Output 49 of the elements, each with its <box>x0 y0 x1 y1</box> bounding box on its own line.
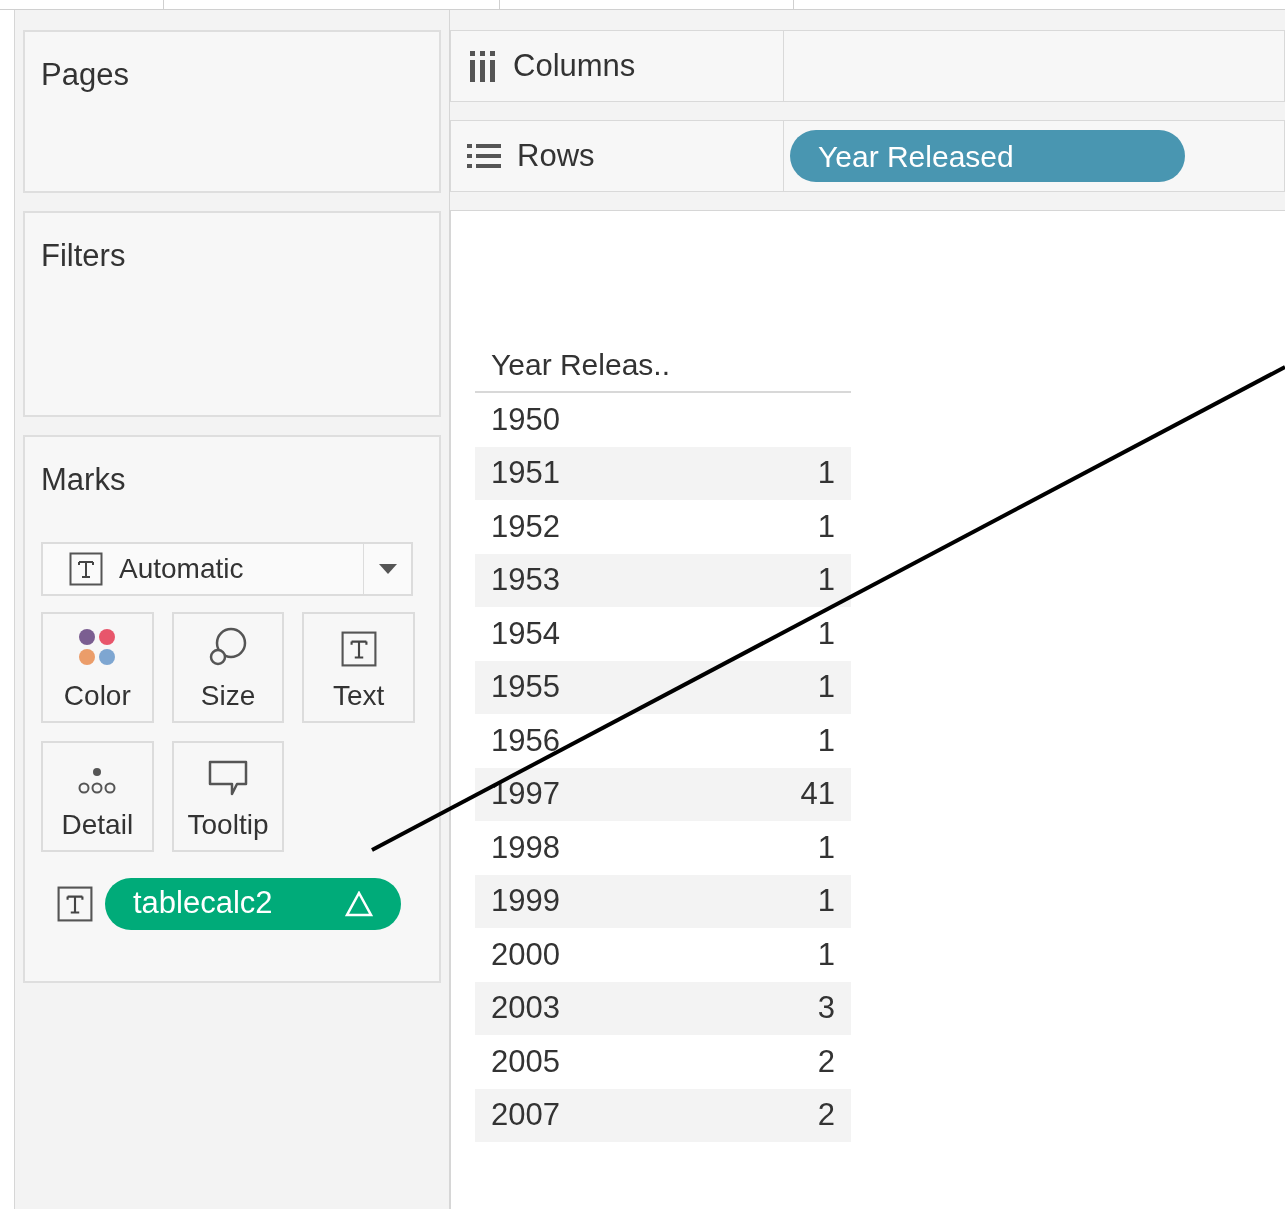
table-cell-text: 1955 <box>491 668 560 706</box>
table-cell-text: 1 <box>817 561 835 599</box>
table-cell-text: 1954 <box>491 614 560 653</box>
marks-card-button[interactable]: Color <box>41 611 154 723</box>
card-title: Filters <box>41 237 127 275</box>
rows-icon <box>467 143 501 169</box>
table-cell-text: 1 <box>817 721 835 760</box>
marks-card-button[interactable]: Detail <box>41 740 154 852</box>
card-title: Pages <box>41 56 130 94</box>
table-cell-text: 2 <box>817 1042 835 1081</box>
speech-bubble-icon <box>208 759 248 796</box>
table-cell-text: 1 <box>817 454 835 492</box>
marks-card-button[interactable]: Size <box>171 611 285 723</box>
text-icon <box>57 885 93 922</box>
table-cell-text: 1999 <box>491 882 560 920</box>
table-cell-text: 1 <box>817 668 835 706</box>
mark-type-dropdown[interactable]: Automatic <box>41 541 413 596</box>
dropdown-value: Automatic <box>119 551 244 586</box>
text-icon <box>69 551 103 586</box>
table-cell-text: 41 <box>800 775 835 813</box>
table-cell-text: 1 <box>817 507 835 546</box>
table-cell-text: 1998 <box>491 828 560 867</box>
table-cell-text: 1950 <box>491 400 560 439</box>
table-cell-text: 1 <box>817 614 835 653</box>
detail-dots-icon <box>77 765 118 796</box>
color-dots-icon <box>77 626 118 667</box>
table-cell-text: 2 <box>817 1096 835 1134</box>
table-cell-text: 2005 <box>491 1042 560 1081</box>
circles-icon <box>208 626 248 667</box>
table-cell-text: 2003 <box>491 989 560 1027</box>
table-cell-text: 2007 <box>491 1096 560 1134</box>
text-icon <box>340 630 377 667</box>
table-cell-text: 1952 <box>491 507 560 546</box>
card-title: Marks <box>41 461 127 499</box>
table-cell-text: 1 <box>817 828 835 867</box>
table-cell-text: 1 <box>817 935 835 974</box>
marks-card-button[interactable]: Text <box>302 611 415 723</box>
table-cell-text: 1951 <box>491 454 560 492</box>
table-cell-text: 2000 <box>491 935 560 974</box>
columns-icon <box>467 50 497 82</box>
shelf-label: Columns <box>513 46 636 85</box>
caret-icon <box>378 563 397 574</box>
table-cell-text: 1997 <box>491 775 560 813</box>
table-cell-text: 1956 <box>491 721 560 760</box>
shelf-label: Rows <box>517 136 595 175</box>
table-cell-text: 1953 <box>491 561 560 599</box>
table-cell-text: 3 <box>817 989 835 1027</box>
marks-card-button[interactable]: Tooltip <box>171 740 285 852</box>
table-cell-text: 1 <box>817 882 835 920</box>
